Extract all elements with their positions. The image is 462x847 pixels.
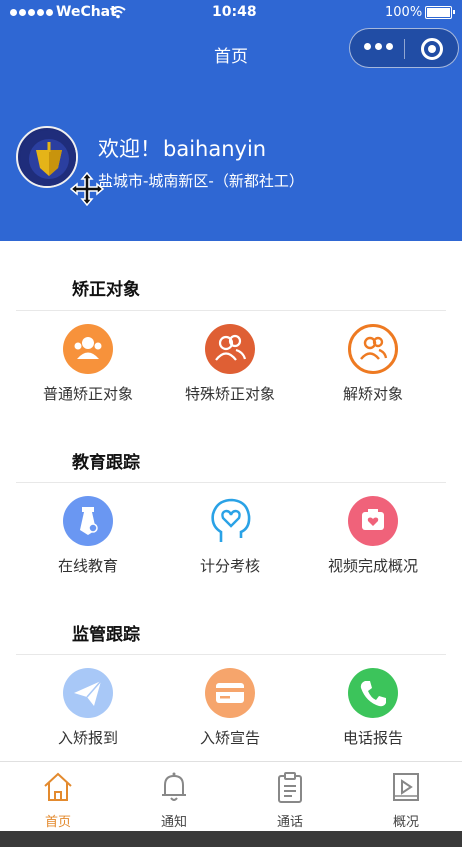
item-label: 电话报告 bbox=[342, 729, 403, 747]
close-mini-program-icon[interactable] bbox=[421, 38, 443, 60]
tab-overview[interactable]: 概况 bbox=[348, 770, 462, 830]
bell-icon bbox=[162, 772, 186, 801]
section-title-correction-targets: 矫正对象 bbox=[72, 280, 140, 300]
item-label: 计分考核 bbox=[199, 557, 260, 575]
ordinary-correction-target-button[interactable]: 普通矫正对象 bbox=[13, 324, 163, 404]
clipboard-icon bbox=[278, 772, 302, 803]
section-title-supervision-tracking: 监管跟踪 bbox=[72, 625, 140, 645]
tab-label: 首页 bbox=[44, 815, 71, 830]
status-bar: WeChat 10:48 100% bbox=[0, 0, 462, 26]
check-in-button[interactable]: 入矫报到 bbox=[13, 668, 163, 748]
battery-icon bbox=[425, 6, 455, 19]
signal-icon bbox=[10, 9, 53, 16]
battery-percent: 100% bbox=[385, 5, 423, 20]
two-people-icon bbox=[205, 324, 255, 374]
section-title-education-tracking: 教育跟踪 bbox=[72, 453, 140, 473]
item-label: 入矫报到 bbox=[57, 729, 118, 747]
item-label: 特殊矫正对象 bbox=[184, 385, 275, 403]
tab-label: 通话 bbox=[276, 815, 303, 830]
item-label: 普通矫正对象 bbox=[42, 385, 133, 403]
move-cursor-icon bbox=[70, 172, 104, 206]
tab-notifications[interactable]: 通知 bbox=[116, 770, 232, 830]
tab-home[interactable]: 首页 bbox=[0, 770, 116, 830]
announcement-button[interactable]: 入矫宣告 bbox=[155, 668, 305, 748]
phone-report-button[interactable]: 电话报告 bbox=[298, 668, 448, 748]
org-logo bbox=[16, 126, 78, 188]
video-completion-button[interactable]: 视频完成概况 bbox=[298, 496, 448, 576]
user-location: 盐城市-城南新区-（新都社工） bbox=[98, 172, 304, 190]
more-menu-icon[interactable] bbox=[364, 43, 393, 50]
camera-heart-icon bbox=[348, 496, 398, 546]
clock: 10:48 bbox=[212, 4, 257, 20]
home-icon bbox=[44, 772, 72, 801]
welcome-text: 欢迎！baihanyin bbox=[98, 133, 266, 163]
capsule-divider bbox=[404, 39, 405, 59]
score-assessment-button[interactable]: 计分考核 bbox=[155, 496, 305, 576]
item-label: 视频完成概况 bbox=[327, 557, 418, 575]
play-document-icon bbox=[393, 773, 419, 801]
tab-calls[interactable]: 通话 bbox=[232, 770, 348, 830]
released-target-button[interactable]: 解矫对象 bbox=[298, 324, 448, 404]
card-icon bbox=[205, 668, 255, 718]
wifi-icon bbox=[110, 6, 126, 19]
special-correction-target-button[interactable]: 特殊矫正对象 bbox=[155, 324, 305, 404]
paper-plane-icon bbox=[63, 668, 113, 718]
head-heart-icon bbox=[205, 496, 255, 546]
bottom-system-bar bbox=[0, 831, 462, 847]
item-label: 在线教育 bbox=[57, 557, 118, 575]
phone-icon bbox=[348, 668, 398, 718]
header: WeChat 10:48 100% 首页 欢迎！baihanyin 盐城市-城南… bbox=[0, 0, 462, 241]
tie-icon bbox=[63, 496, 113, 546]
mini-program-capsule bbox=[349, 28, 459, 68]
welcome-prefix: 欢迎！ bbox=[98, 137, 161, 161]
tab-label: 通知 bbox=[160, 815, 187, 830]
item-label: 解矫对象 bbox=[342, 385, 403, 403]
group-people-icon bbox=[63, 324, 113, 374]
item-label: 入矫宣告 bbox=[199, 729, 260, 747]
tab-label: 概况 bbox=[392, 815, 419, 830]
section-divider bbox=[16, 310, 446, 311]
tab-bar: 首页 通知 通话 概况 bbox=[0, 761, 462, 831]
carrier-label: WeChat bbox=[56, 4, 117, 20]
section-divider bbox=[16, 482, 446, 483]
online-education-button[interactable]: 在线教育 bbox=[13, 496, 163, 576]
username: baihanyin bbox=[163, 137, 267, 161]
section-divider bbox=[16, 654, 446, 655]
people-outline-icon bbox=[348, 324, 398, 374]
